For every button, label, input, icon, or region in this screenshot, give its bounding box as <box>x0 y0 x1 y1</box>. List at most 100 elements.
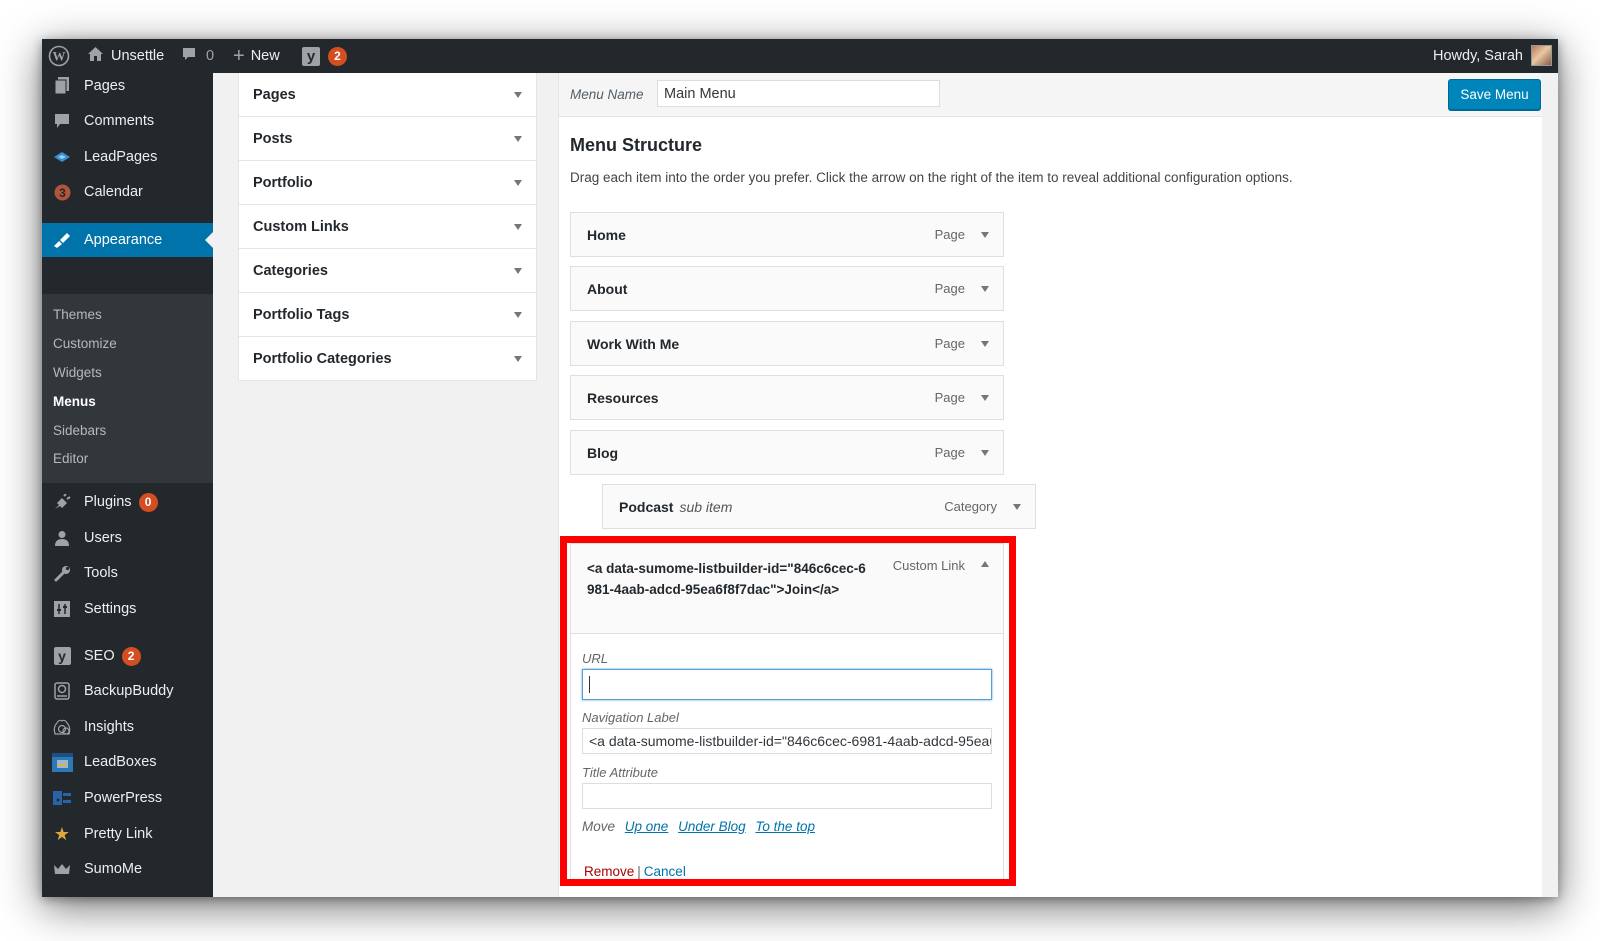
sidebar-label: Users <box>84 530 122 546</box>
menu-item-work-with-me[interactable]: Work With Me Page <box>570 321 1004 366</box>
save-menu-button[interactable]: Save Menu <box>1448 79 1541 110</box>
svg-text:3: 3 <box>59 186 66 200</box>
backupbuddy-icon <box>51 681 73 701</box>
caret-down-icon <box>514 92 522 98</box>
menu-item-type: Page <box>934 445 965 460</box>
menu-item-about[interactable]: About Page <box>570 266 1004 311</box>
sidebar-label: PowerPress <box>84 790 163 806</box>
sidebar-item-pretty-link[interactable]: ★ Pretty Link <box>42 817 213 851</box>
sidebar-item-insights[interactable]: Insights <box>42 710 213 744</box>
sidebar-label: Tools <box>84 565 118 581</box>
sidebar-item-comments[interactable]: Comments <box>42 104 213 138</box>
caret-down-icon <box>514 224 522 230</box>
submenu-item-customize[interactable]: Customize <box>53 336 117 351</box>
insights-icon <box>51 717 73 737</box>
menu-item-title: Resources <box>587 390 659 406</box>
menu-item-type: Category <box>944 499 997 514</box>
star-icon: ★ <box>53 823 71 844</box>
sidebar-item-pages[interactable]: Pages <box>42 69 213 103</box>
accordion-section-custom-links[interactable]: Custom Links <box>238 205 537 249</box>
users-icon <box>51 528 73 548</box>
caret-down-icon <box>514 180 522 186</box>
pages-icon <box>51 76 73 96</box>
sidebar-item-users[interactable]: Users <box>42 521 213 555</box>
accordion-section-portfolio[interactable]: Portfolio <box>238 161 537 205</box>
leadpages-icon <box>51 147 73 167</box>
admin-bar: W Unsettle 0 + New y 2 Howdy, Sarah <box>42 39 1558 73</box>
caret-down-icon <box>514 268 522 274</box>
accordion-section-posts[interactable]: Posts <box>238 117 537 161</box>
paintbrush-icon <box>51 230 73 250</box>
sidebar-label: SumoMe <box>84 861 143 877</box>
accordion-section-portfolio-categories[interactable]: Portfolio Categories <box>238 337 537 381</box>
sidebar-label: SEO <box>84 648 115 664</box>
sidebar-item-calendar[interactable]: 3 Calendar <box>42 175 213 209</box>
calendar-icon: 3 <box>51 182 73 202</box>
sidebar-item-powerpress[interactable]: PowerPress <box>42 781 213 815</box>
sidebar-item-seo[interactable]: y SEO 2 <box>42 639 213 673</box>
seo-menu-link[interactable]: y 2 <box>302 39 347 73</box>
accordion-section-portfolio-tags[interactable]: Portfolio Tags <box>238 293 537 337</box>
expand-arrow-icon[interactable] <box>981 395 989 401</box>
menu-item-title-text: Podcast <box>619 499 674 515</box>
sidebar-item-settings[interactable]: Settings <box>42 592 213 626</box>
sidebar-label: Insights <box>84 719 134 735</box>
accordion-section-categories[interactable]: Categories <box>238 249 537 293</box>
sidebar-label: Plugins <box>84 494 132 510</box>
wordpress-logo-icon[interactable]: W <box>48 39 70 73</box>
menu-item-home[interactable]: Home Page <box>570 212 1004 257</box>
appearance-submenu: Themes Customize Widgets Menus Sidebars … <box>42 294 213 483</box>
expand-arrow-icon[interactable] <box>981 286 989 292</box>
sidebar-label: Appearance <box>84 232 163 248</box>
menu-item-type: Page <box>934 281 965 296</box>
browser-window: W Unsettle 0 + New y 2 Howdy, Sarah Page… <box>42 39 1558 897</box>
accordion-section-title: Pages <box>253 86 296 103</box>
my-account-link[interactable]: Howdy, Sarah <box>1433 39 1523 73</box>
accordion-section-pages[interactable]: Pages <box>238 73 537 117</box>
submenu-item-themes[interactable]: Themes <box>53 307 102 322</box>
menu-item-title: Podcast sub item <box>619 499 732 515</box>
new-content-link[interactable]: + New <box>233 39 280 73</box>
seo-notification-badge: 2 <box>328 46 347 66</box>
submenu-item-sidebars[interactable]: Sidebars <box>53 423 106 438</box>
menu-item-blog[interactable]: Blog Page <box>570 430 1004 475</box>
sidebar-item-plugins[interactable]: Plugins 0 <box>42 485 213 519</box>
sidebar-label: LeadPages <box>84 149 158 165</box>
annotation-highlight-box <box>560 536 1016 886</box>
menu-item-podcast[interactable]: Podcast sub item Category <box>602 484 1036 529</box>
submenu-item-editor[interactable]: Editor <box>53 451 88 466</box>
sub-item-label: sub item <box>679 499 733 515</box>
comments-icon <box>51 111 73 131</box>
menu-name-input[interactable] <box>657 80 940 107</box>
expand-arrow-icon[interactable] <box>981 232 989 238</box>
sidebar-item-appearance[interactable]: Appearance <box>42 223 213 257</box>
svg-text:W: W <box>53 49 66 64</box>
menu-structure-heading: Menu Structure <box>570 135 703 155</box>
greeting: Howdy, Sarah <box>1433 48 1523 64</box>
site-name-link[interactable]: Unsettle <box>87 39 164 73</box>
yoast-icon: y <box>51 646 73 666</box>
expand-arrow-icon[interactable] <box>1013 504 1021 510</box>
menu-item-type: Page <box>934 227 965 242</box>
plugins-update-badge: 0 <box>138 492 158 512</box>
menu-item-resources[interactable]: Resources Page <box>570 375 1004 420</box>
cornerstone-icon <box>51 895 73 897</box>
sidebar-item-sumome[interactable]: SumoMe <box>42 852 213 886</box>
expand-arrow-icon[interactable] <box>981 341 989 347</box>
avatar[interactable] <box>1531 45 1552 66</box>
submenu-item-widgets[interactable]: Widgets <box>53 365 102 380</box>
admin-sidebar: Pages Comments LeadPages 3 Calendar Appe… <box>42 73 213 897</box>
powerpress-icon <box>51 788 73 808</box>
menu-item-title: Home <box>587 227 626 243</box>
comments-link[interactable]: 0 <box>181 39 214 73</box>
sidebar-item-leadboxes[interactable]: LeadBoxes <box>42 745 213 779</box>
sidebar-item-backupbuddy[interactable]: BackupBuddy <box>42 674 213 708</box>
sidebar-label: BackupBuddy <box>84 683 174 699</box>
submenu-item-menus[interactable]: Menus <box>53 394 96 409</box>
expand-arrow-icon[interactable] <box>981 450 989 456</box>
caret-down-icon <box>514 356 522 362</box>
sidebar-item-tools[interactable]: Tools <box>42 556 213 590</box>
crown-icon <box>51 859 73 879</box>
sidebar-item-leadpages[interactable]: LeadPages <box>42 140 213 174</box>
sidebar-item-cornerstone[interactable]: Cornerstone <box>42 888 213 897</box>
